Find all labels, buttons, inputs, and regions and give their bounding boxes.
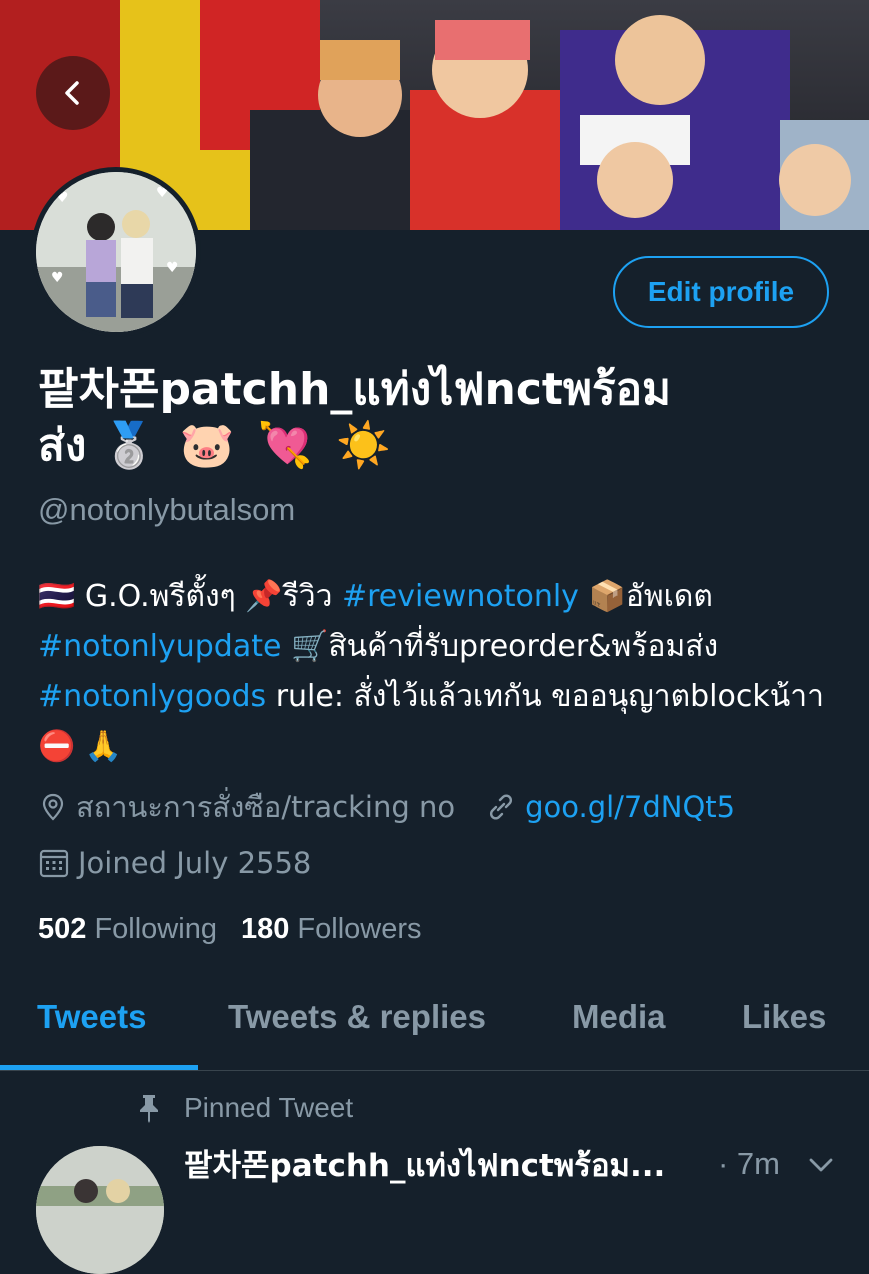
- pushpin-icon: 📌: [245, 579, 283, 614]
- active-tab-indicator: [0, 1065, 198, 1070]
- back-button[interactable]: [36, 56, 110, 130]
- profile-location: สถานะการสั่งซือ/tracking no: [76, 790, 456, 824]
- svg-text:♥: ♥: [156, 185, 169, 201]
- follow-counts: 502 Following 180 Followers: [38, 913, 422, 946]
- profile-bio: 🇹🇭 G.O.พรีตั้งๆ 📌รีวิว #reviewnotonly 📦อ…: [38, 579, 824, 764]
- tab-likes[interactable]: Likes: [742, 998, 826, 1036]
- svg-text:♥: ♥: [56, 190, 69, 206]
- tab-tweets-replies[interactable]: Tweets & replies: [228, 998, 486, 1036]
- chevron-left-icon: [65, 81, 79, 105]
- profile-tabs: Tweets Tweets & replies Media Likes: [0, 970, 869, 1071]
- link-icon: [485, 791, 517, 823]
- display-name: 팥차폰patchh_แท่งไฟnctพร้อม ส่ง 🥈 🐷 💘 ☀️: [38, 362, 818, 474]
- hashtag-link[interactable]: #notonlyupdate: [38, 629, 281, 664]
- tab-tweets[interactable]: Tweets: [37, 998, 146, 1036]
- calendar-icon: [38, 847, 70, 879]
- followers-count[interactable]: 180 Followers: [241, 913, 422, 946]
- tweet-author-avatar[interactable]: [36, 1146, 164, 1274]
- tweet-timestamp: · 7m: [718, 1146, 780, 1181]
- svg-text:♥: ♥: [166, 260, 179, 276]
- tweet-author-name[interactable]: 팥차폰patchh_แท่งไฟnctพร้อม...: [184, 1140, 704, 1190]
- tab-media[interactable]: Media: [572, 998, 666, 1036]
- profile-website-link[interactable]: goo.gl/7dNQt5: [525, 790, 735, 824]
- profile-meta-location: สถานะการสั่งซือ/tracking no goo.gl/7dNQt…: [38, 784, 735, 830]
- profile-meta-joined: Joined July 2558: [38, 846, 311, 880]
- display-name-line2: ส่ง 🥈 🐷 💘 ☀️: [38, 420, 395, 471]
- profile-handle: @notonlybutalsom: [38, 492, 296, 527]
- package-icon: 📦: [578, 579, 626, 614]
- profile-avatar[interactable]: ♥ ♥ ♥ ♥: [31, 167, 201, 337]
- bio-end-emoji: ⛔ 🙏: [38, 729, 123, 764]
- hashtag-link[interactable]: #notonlygoods: [38, 679, 266, 714]
- pin-icon: [136, 1093, 162, 1123]
- svg-text:♥: ♥: [51, 270, 64, 286]
- hashtag-link[interactable]: #reviewnotonly: [342, 579, 579, 614]
- location-pin-icon: [38, 792, 68, 822]
- chevron-down-icon[interactable]: [806, 1150, 836, 1184]
- following-count[interactable]: 502 Following: [38, 913, 217, 946]
- thailand-flag-icon: 🇹🇭: [38, 579, 76, 614]
- display-name-line1: 팥차폰patchh_แท่งไฟnctพร้อม: [38, 364, 672, 415]
- edit-profile-button[interactable]: Edit profile: [613, 256, 829, 328]
- cart-icon: 🛒: [281, 629, 329, 664]
- profile-joined-date: Joined July 2558: [78, 846, 312, 880]
- display-name-emoji: 🥈 🐷 💘 ☀️: [101, 420, 395, 471]
- pinned-tweet-label: Pinned Tweet: [136, 1092, 353, 1124]
